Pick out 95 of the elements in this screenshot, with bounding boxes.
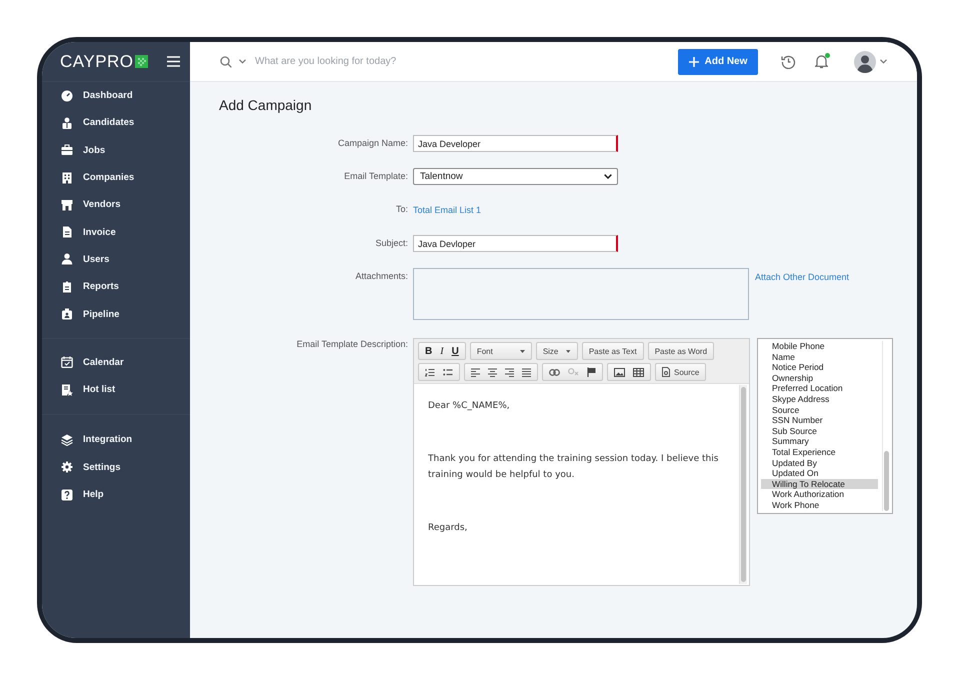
- align-left-icon[interactable]: [471, 368, 480, 376]
- format-button[interactable]: B: [425, 346, 432, 356]
- justify-icon[interactable]: [522, 368, 531, 376]
- text-field[interactable]: Java Devloper: [413, 235, 618, 252]
- field-label: To:: [394, 203, 408, 216]
- sidebar-item[interactable]: Users: [42, 246, 190, 274]
- document-icon: [662, 367, 670, 377]
- paste-button[interactable]: Paste as Word: [648, 342, 714, 360]
- sidebar-item[interactable]: Help: [42, 480, 190, 508]
- merge-field-option[interactable]: Updated By: [761, 458, 878, 468]
- merge-field-option[interactable]: Preferred Location: [761, 383, 878, 394]
- field-label: Campaign Name:: [336, 137, 408, 150]
- chevron-icon: [604, 174, 612, 179]
- sidebar-item[interactable]: Candidates: [42, 109, 190, 137]
- sidebar-item[interactable]: Settings: [42, 454, 190, 481]
- sidebar-item[interactable]: Hot list: [42, 376, 190, 404]
- sidebar-item[interactable]: Integration: [42, 426, 190, 454]
- caret-icon[interactable]: [239, 59, 246, 64]
- merge-field-option[interactable]: Ownership: [761, 372, 878, 384]
- bullet-list-icon[interactable]: [443, 368, 453, 376]
- merge-field-option[interactable]: Skype Address: [761, 394, 878, 405]
- merge-field-option[interactable]: Source: [761, 404, 878, 416]
- page-title: Add Campaign: [219, 97, 313, 113]
- plus-icon: [688, 56, 699, 66]
- merge-field-option[interactable]: Updated On: [761, 468, 878, 479]
- add-new-button[interactable]: Add New: [678, 48, 758, 74]
- field-label: Attachments:: [354, 270, 408, 282]
- numbered-list-icon[interactable]: [425, 368, 435, 376]
- avatar-icon[interactable]: [854, 50, 876, 72]
- caret-icon: [566, 350, 571, 352]
- merge-field-option[interactable]: Summary: [761, 436, 878, 447]
- sidebar-item[interactable]: Dashboard: [42, 82, 190, 110]
- help-icon: [61, 488, 73, 500]
- toolbar-dropdown[interactable]: Font: [470, 342, 532, 360]
- sidebar-item[interactable]: Jobs: [42, 136, 190, 164]
- email-paragraph: Regards,: [428, 522, 468, 535]
- template-select[interactable]: Talentnow: [413, 168, 618, 185]
- toolbar-dropdown[interactable]: Size: [536, 342, 578, 360]
- merge-field-option[interactable]: SSN Number: [761, 415, 878, 426]
- bell-icon[interactable]: [815, 54, 828, 69]
- person-icon: [61, 116, 73, 129]
- document-icon: [61, 226, 73, 238]
- align-right-icon[interactable]: [505, 368, 514, 376]
- field-label: Subject:: [374, 237, 408, 250]
- caret-icon: [520, 350, 525, 352]
- sidebar-item[interactable]: Reports: [42, 273, 190, 300]
- brand-logo-text: CAYPRO: [60, 52, 134, 72]
- merge-field-option[interactable]: Work Authorization: [761, 489, 878, 500]
- merge-field-option[interactable]: Sub Source: [761, 426, 878, 436]
- layers-icon: [61, 434, 73, 446]
- building-icon: [61, 172, 73, 184]
- recipient-list-link[interactable]: Total Email List 1: [413, 204, 482, 216]
- paste-button[interactable]: Paste as Text: [582, 342, 644, 360]
- sidebar-item[interactable]: Invoice: [42, 218, 190, 246]
- email-paragraph: Thank you for attending the training session today. I believe this training would be helpful to you.: [428, 453, 720, 482]
- search-icon[interactable]: [220, 56, 232, 68]
- source-button[interactable]: Source: [655, 363, 706, 381]
- sidebar-item[interactable]: Companies: [42, 164, 190, 192]
- badge-icon: [61, 308, 73, 320]
- attach-document-link[interactable]: Attach Other Document: [755, 271, 850, 283]
- star-document-icon: [61, 384, 73, 396]
- merge-field-option[interactable]: Willing To Relocate: [761, 478, 878, 490]
- menu-icon[interactable]: [167, 56, 180, 67]
- search-field[interactable]: What are you looking for today?: [255, 56, 555, 67]
- field-label: Email Template Description:: [296, 338, 408, 350]
- format-button[interactable]: I: [440, 346, 444, 356]
- flag-icon[interactable]: [587, 367, 596, 377]
- text-field[interactable]: Java Developer: [413, 135, 618, 152]
- align-center-icon[interactable]: [488, 368, 497, 376]
- logo-mark-icon: [134, 55, 148, 68]
- caret-icon[interactable]: [880, 59, 887, 64]
- merge-field-option[interactable]: Notice Period: [761, 362, 878, 373]
- merge-field-option[interactable]: Total Experience: [761, 446, 878, 458]
- history-icon[interactable]: [781, 54, 796, 69]
- sidebar-item[interactable]: Vendors: [42, 191, 190, 218]
- sidebar-item[interactable]: Pipeline: [42, 300, 190, 328]
- briefcase-icon: [61, 144, 73, 156]
- merge-field-option[interactable]: Work Phone: [761, 500, 878, 510]
- clipboard-icon: [61, 280, 73, 293]
- scrollbar[interactable]: [882, 341, 890, 511]
- calendar-icon: [61, 356, 73, 368]
- dashboard-icon: [61, 90, 73, 102]
- user-icon: [61, 253, 73, 266]
- email-paragraph: Dear %C_NAME%,: [428, 400, 511, 413]
- storefront-icon: [61, 198, 73, 211]
- format-button[interactable]: U: [452, 346, 459, 356]
- link-icon[interactable]: [549, 368, 560, 376]
- settings-icon: [61, 461, 73, 474]
- merge-field-option[interactable]: Name: [761, 352, 878, 362]
- field-label: Email Template:: [343, 170, 408, 183]
- scrollbar[interactable]: [739, 385, 747, 584]
- image-icon[interactable]: [614, 368, 625, 376]
- sidebar-item[interactable]: Calendar: [42, 348, 190, 376]
- table-icon[interactable]: [633, 368, 644, 376]
- merge-field-option[interactable]: Mobile Phone: [761, 341, 878, 352]
